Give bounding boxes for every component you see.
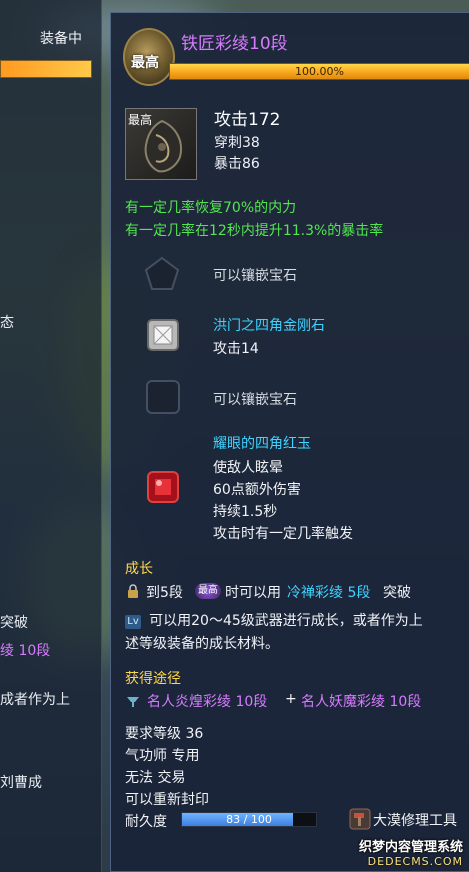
rank-badge: 最高: [131, 55, 159, 71]
obtain-header: 获得途径: [125, 671, 181, 687]
growth-info-line-1: 可以用20～45级武器进行成长，或者作为上: [149, 613, 423, 629]
growth-progress-text: 100.00%: [295, 65, 344, 78]
crafting-icon: [127, 697, 139, 707]
growth-stage-text: 到5段: [146, 585, 183, 601]
square-slot-icon[interactable]: [145, 379, 181, 415]
watermark-line-2: DEDECMS.COM: [367, 855, 463, 868]
growth-progress-bar: 100.00%: [169, 63, 469, 80]
rank-emblem-icon: 最高: [123, 28, 175, 86]
panel-text-item: 绫 10段: [0, 643, 51, 659]
gem-4-effect-3: 持续1.5秒: [213, 504, 278, 520]
class-restriction: 气功师 专用: [125, 748, 200, 764]
equipment-progress-bar: [0, 60, 92, 78]
equipment-panel: 装备中 态 突破 绫 10段 成者作为上 刘曹成: [0, 0, 102, 872]
pentagon-slot-icon[interactable]: [143, 255, 180, 291]
max-rank-badge: 最高: [195, 583, 221, 599]
growth-info-row: Lv 可以用20～45级武器进行成长，或者作为上: [125, 610, 423, 630]
obtain-item-b[interactable]: 名人妖魔彩绫 10段: [301, 691, 421, 711]
panel-text-material: 成者作为上: [0, 692, 70, 708]
growth-header: 成长: [125, 561, 153, 577]
level-icon: Lv: [125, 614, 141, 629]
gem-4-effect-2: 60点额外伤害: [213, 482, 301, 498]
gem-4-effect-4: 攻击时有一定几率触发: [213, 526, 353, 542]
effect-line-1: 有一定几率恢复70%的内力: [125, 200, 297, 216]
durability-bar: 83 / 100: [181, 812, 317, 827]
stat-pierce: 穿刺38: [214, 135, 260, 151]
panel-text-breakthrough: 突破: [0, 615, 28, 631]
gem-4-name: 耀眼的四角红玉: [213, 436, 311, 452]
diamond-gem-icon[interactable]: [145, 317, 181, 353]
obtain-plus: +: [285, 691, 297, 707]
required-level: 要求等级 36: [125, 726, 204, 742]
gem-4-effect-1: 使敌人眩晕: [213, 460, 283, 476]
gem-slot-3-text: 可以镶嵌宝石: [213, 392, 297, 408]
durability-label: 耐久度: [125, 814, 167, 830]
repair-tool-name: 大漠修理工具: [373, 813, 457, 829]
reseal-info: 可以重新封印: [125, 792, 209, 808]
stat-crit: 暴击86: [214, 156, 260, 172]
growth-can-use-text: 时可以用: [225, 585, 281, 601]
gem-2-name: 洪门之四角金刚石: [213, 318, 325, 334]
hammer-icon: [349, 808, 371, 830]
trade-restriction: 无法 交易: [125, 770, 186, 786]
growth-target-item[interactable]: 冷禅彩绫 5段: [287, 582, 370, 602]
lock-icon: [128, 584, 138, 598]
item-tooltip: 最高 铁匠彩绫10段 100.00% 最高 攻击172 穿刺38 暴击86 有一…: [110, 12, 469, 872]
durability-text: 83 / 100: [226, 813, 272, 826]
obtain-item-a[interactable]: 名人炎煌彩绫 10段: [147, 691, 267, 711]
watermark-line-1: 织梦内容管理系统: [358, 840, 463, 855]
ruby-gem-icon[interactable]: [145, 469, 181, 505]
equipment-panel-title: 装备中: [40, 31, 82, 47]
panel-text-status: 态: [0, 315, 14, 331]
growth-info-line-2: 述等级装备的成长材料。: [125, 636, 279, 652]
item-icon: 最高: [125, 108, 197, 180]
growth-breakthrough-text: 突破: [383, 585, 411, 601]
item-name: 铁匠彩绫10段: [181, 34, 288, 54]
gem-2-effect: 攻击14: [213, 341, 259, 357]
stat-attack: 攻击172: [214, 110, 281, 130]
weapon-icon: [144, 119, 182, 173]
gem-slot-1-text: 可以镶嵌宝石: [213, 268, 297, 284]
effect-line-2: 有一定几率在12秒内提升11.3%的暴击率: [125, 223, 384, 239]
panel-text-name: 刘曹成: [0, 775, 42, 791]
watermark: 织梦内容管理系统 DEDECMS.COM: [359, 836, 463, 868]
